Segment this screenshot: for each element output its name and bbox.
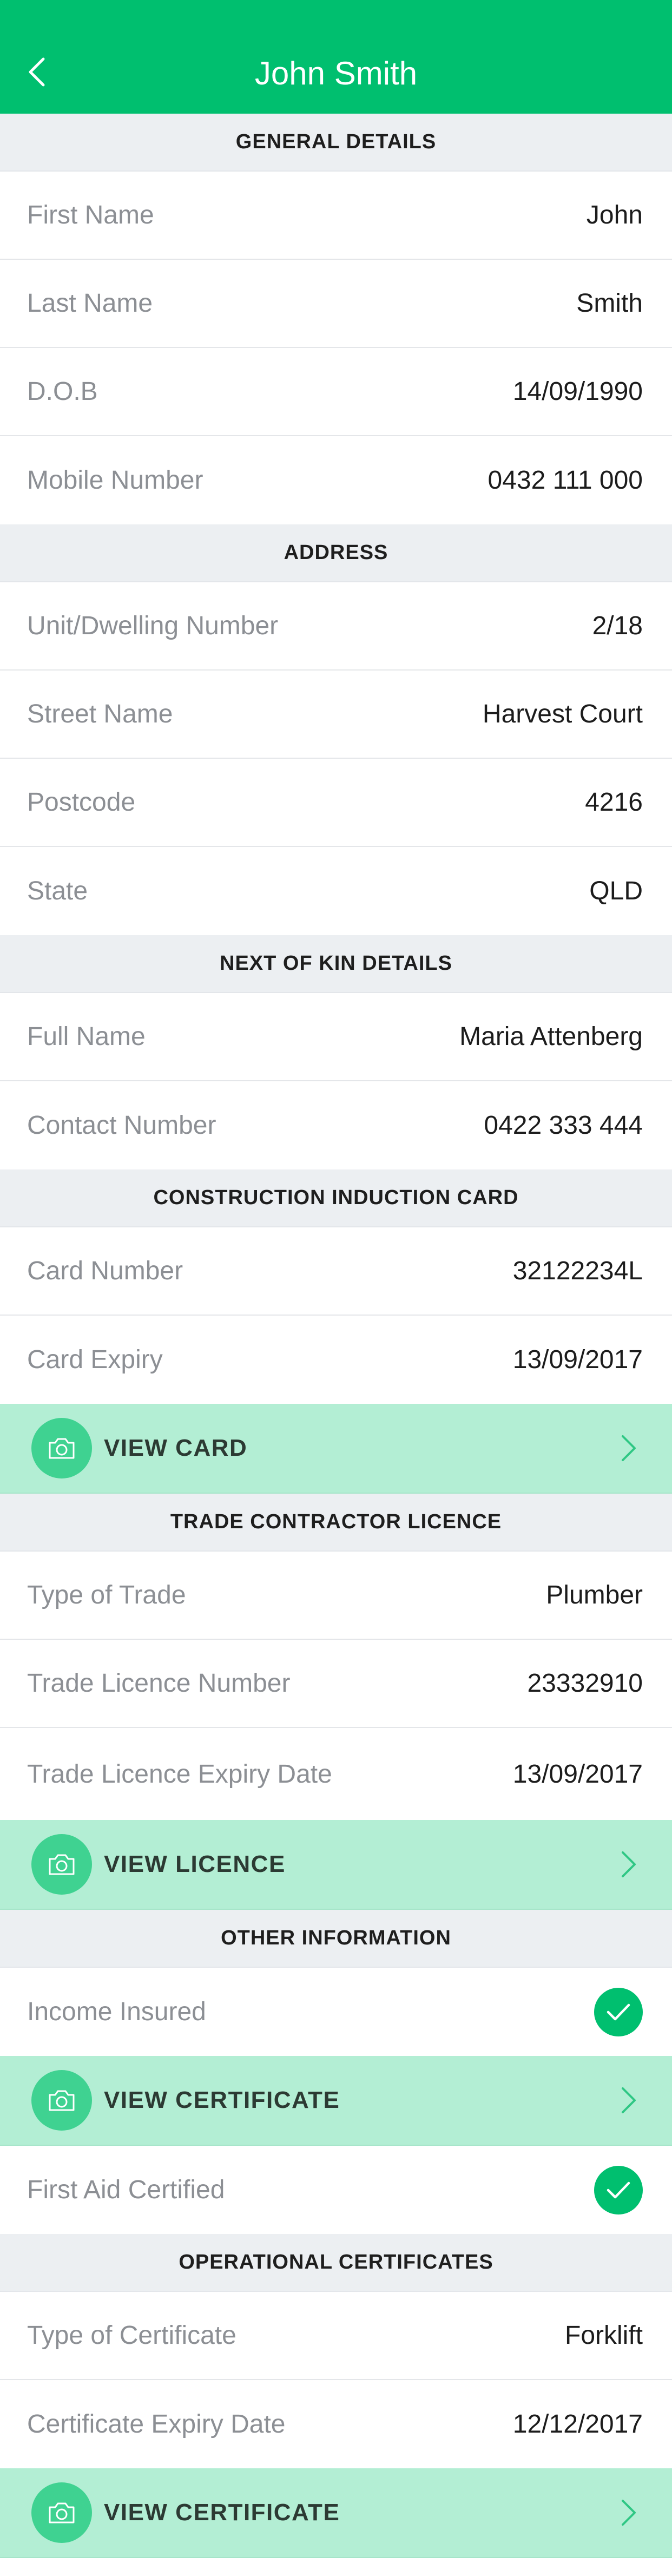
card-number-value: 32122234L bbox=[512, 1257, 643, 1285]
unit-number-label: Unit/Dwelling Number bbox=[27, 612, 279, 640]
checkmark-icon bbox=[594, 2165, 643, 2214]
mobile-number-value: 0432 111 000 bbox=[487, 466, 643, 495]
row-income-insured: Income Insured bbox=[0, 1968, 672, 2056]
profile-screen: John Smith GENERAL DETAILS First Name Jo… bbox=[0, 0, 672, 2558]
first-name-label: First Name bbox=[27, 201, 154, 229]
last-name-label: Last Name bbox=[27, 289, 153, 318]
view-licence-button[interactable]: VIEW LICENCE bbox=[0, 1820, 672, 1910]
row-kin-full-name: Full Name Maria Attenberg bbox=[0, 993, 672, 1081]
row-dob: D.O.B 14/09/1990 bbox=[0, 348, 672, 436]
postcode-label: Postcode bbox=[27, 788, 136, 817]
row-trade-licence-expiry: Trade Licence Expiry Date 13/09/2017 bbox=[0, 1728, 672, 1820]
state-value: QLD bbox=[589, 877, 643, 905]
postcode-value: 4216 bbox=[585, 788, 643, 817]
camera-icon bbox=[31, 2482, 92, 2543]
row-state: State QLD bbox=[0, 847, 672, 935]
row-kin-contact-number: Contact Number 0422 333 444 bbox=[0, 1081, 672, 1169]
view-operational-certificate-label: VIEW CERTIFICATE bbox=[104, 2499, 340, 2526]
trade-licence-number-value: 23332910 bbox=[527, 1669, 643, 1698]
row-mobile-number: Mobile Number 0432 111 000 bbox=[0, 436, 672, 524]
chevron-right-icon bbox=[618, 1848, 640, 1881]
chevron-right-icon bbox=[618, 2496, 640, 2529]
unit-number-value: 2/18 bbox=[592, 612, 643, 640]
trade-licence-expiry-value: 13/09/2017 bbox=[512, 1759, 643, 1789]
view-operational-certificate-button[interactable]: VIEW CERTIFICATE bbox=[0, 2468, 672, 2558]
row-card-expiry: Card Expiry 13/09/2017 bbox=[0, 1316, 672, 1404]
card-expiry-value: 13/09/2017 bbox=[512, 1345, 643, 1374]
row-street-name: Street Name Harvest Court bbox=[0, 671, 672, 759]
dob-label: D.O.B bbox=[27, 377, 98, 406]
mobile-number-label: Mobile Number bbox=[27, 466, 203, 495]
row-card-number: Card Number 32122234L bbox=[0, 1227, 672, 1316]
state-label: State bbox=[27, 877, 88, 905]
kin-full-name-value: Maria Attenberg bbox=[459, 1022, 643, 1051]
camera-icon bbox=[31, 2070, 92, 2131]
section-trade-contractor-licence: TRADE CONTRACTOR LICENCE bbox=[0, 1494, 672, 1552]
first-name-value: John bbox=[586, 201, 643, 229]
row-postcode: Postcode 4216 bbox=[0, 759, 672, 847]
kin-full-name-label: Full Name bbox=[27, 1022, 146, 1051]
app-header: John Smith bbox=[0, 0, 672, 114]
card-expiry-label: Card Expiry bbox=[27, 1345, 163, 1374]
trade-licence-expiry-label: Trade Licence Expiry Date bbox=[27, 1759, 332, 1789]
section-address: ADDRESS bbox=[0, 524, 672, 582]
street-name-value: Harvest Court bbox=[482, 700, 643, 728]
certificate-expiry-value: 12/12/2017 bbox=[512, 2410, 643, 2439]
row-first-name: First Name John bbox=[0, 172, 672, 260]
back-button[interactable] bbox=[26, 56, 48, 88]
view-licence-label: VIEW LICENCE bbox=[104, 1851, 286, 1877]
card-number-label: Card Number bbox=[27, 1257, 183, 1285]
row-unit-number: Unit/Dwelling Number 2/18 bbox=[0, 582, 672, 671]
section-construction-induction-card: CONSTRUCTION INDUCTION CARD bbox=[0, 1169, 672, 1227]
dob-value: 14/09/1990 bbox=[512, 377, 643, 406]
view-income-certificate-label: VIEW CERTIFICATE bbox=[104, 2087, 340, 2113]
view-income-certificate-button[interactable]: VIEW CERTIFICATE bbox=[0, 2056, 672, 2146]
chevron-left-icon bbox=[29, 57, 45, 87]
street-name-label: Street Name bbox=[27, 700, 173, 728]
row-last-name: Last Name Smith bbox=[0, 260, 672, 348]
income-insured-label: Income Insured bbox=[27, 1997, 206, 2026]
page-title: John Smith bbox=[254, 55, 418, 91]
camera-icon bbox=[31, 1834, 92, 1895]
section-general-details: GENERAL DETAILS bbox=[0, 114, 672, 172]
row-certificate-expiry: Certificate Expiry Date 12/12/2017 bbox=[0, 2380, 672, 2468]
first-aid-certified-label: First Aid Certified bbox=[27, 2176, 225, 2204]
row-type-of-certificate: Type of Certificate Forklift bbox=[0, 2292, 672, 2380]
view-card-button[interactable]: VIEW CARD bbox=[0, 1404, 672, 1494]
section-other-information: OTHER INFORMATION bbox=[0, 1910, 672, 1968]
view-card-label: VIEW CARD bbox=[104, 1435, 248, 1461]
certificate-expiry-label: Certificate Expiry Date bbox=[27, 2410, 286, 2439]
kin-contact-number-value: 0422 333 444 bbox=[484, 1111, 643, 1140]
type-of-trade-value: Plumber bbox=[546, 1581, 643, 1609]
row-first-aid-certified: First Aid Certified bbox=[0, 2146, 672, 2234]
section-operational-certificates: OPERATIONAL CERTIFICATES bbox=[0, 2234, 672, 2292]
last-name-value: Smith bbox=[576, 289, 643, 318]
chevron-right-icon bbox=[618, 2084, 640, 2117]
checkmark-icon bbox=[594, 1987, 643, 2036]
section-next-of-kin: NEXT OF KIN DETAILS bbox=[0, 935, 672, 993]
chevron-right-icon bbox=[618, 1432, 640, 1464]
row-type-of-trade: Type of Trade Plumber bbox=[0, 1552, 672, 1640]
camera-icon bbox=[31, 1418, 92, 1478]
type-of-certificate-label: Type of Certificate bbox=[27, 2321, 236, 2350]
trade-licence-number-label: Trade Licence Number bbox=[27, 1669, 291, 1698]
row-trade-licence-number: Trade Licence Number 23332910 bbox=[0, 1640, 672, 1728]
type-of-trade-label: Type of Trade bbox=[27, 1581, 186, 1609]
type-of-certificate-value: Forklift bbox=[565, 2321, 643, 2350]
kin-contact-number-label: Contact Number bbox=[27, 1111, 216, 1140]
